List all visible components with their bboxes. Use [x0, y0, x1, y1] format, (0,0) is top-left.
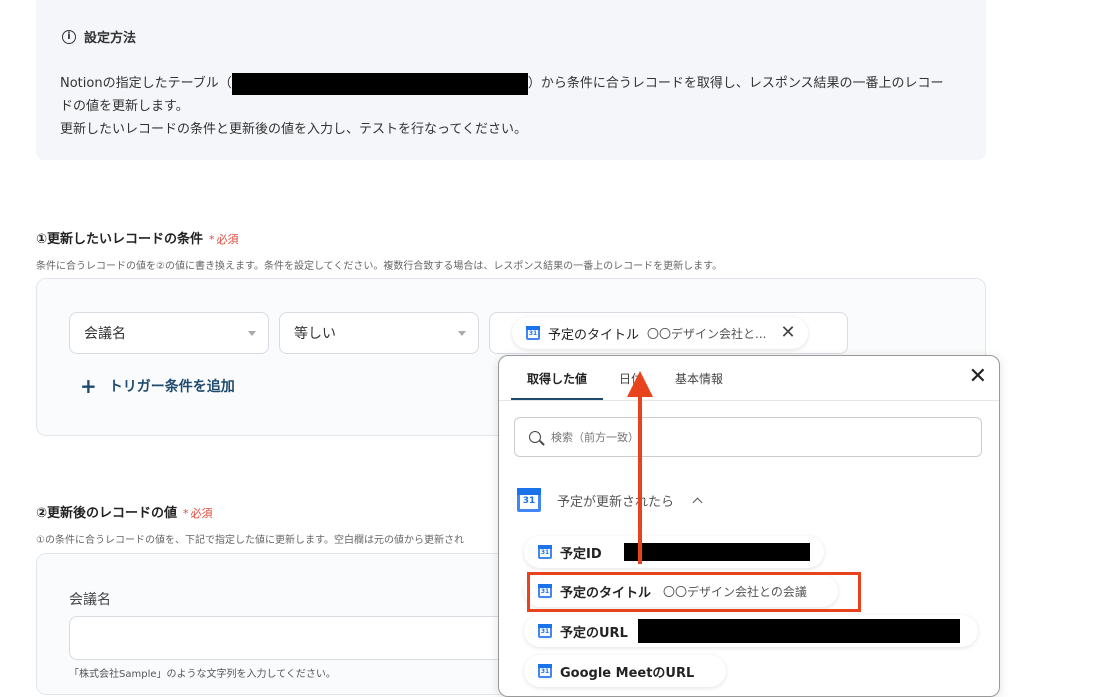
- instructions-line-1: Notionの指定したテーブル（ ）から条件に合うレコードを取得し、レスポンス結果…: [60, 72, 944, 95]
- meeting-name-input[interactable]: [69, 616, 509, 660]
- instructions-line-3: 更新したいレコードの条件と更新後の値を入力し、テストを行なってください。: [60, 122, 527, 137]
- close-icon[interactable]: ✕: [969, 366, 987, 388]
- info-icon: i: [62, 29, 76, 44]
- section1-title: ①更新したいレコードの条件 * 必須: [36, 232, 239, 247]
- search-icon: [529, 431, 541, 443]
- section2-title: ②更新後のレコードの値 * 必須: [36, 506, 213, 521]
- plus-icon: +: [80, 374, 97, 398]
- value-chip[interactable]: 予定のタイトル 〇〇デザイン会社と... ✕: [512, 317, 808, 349]
- redacted-block: [231, 72, 528, 95]
- field-select[interactable]: 会議名: [69, 312, 269, 354]
- group-header[interactable]: 予定が更新されたら: [517, 488, 703, 512]
- meeting-name-hint: 「株式会社Sample」のような文字列を入力してください。: [69, 669, 336, 680]
- popup-tabs: 取得した値 日付 基本情報: [511, 356, 739, 401]
- chevron-down-icon: [248, 331, 256, 336]
- search-box[interactable]: [514, 417, 982, 457]
- google-calendar-icon: [517, 488, 541, 512]
- section2-description: ①の条件に合うレコードの値を、下記で指定した値に更新します。空白欄は元の値から更…: [36, 535, 464, 546]
- google-calendar-icon: [538, 624, 552, 638]
- google-calendar-icon: [538, 664, 552, 678]
- list-item-meet-url[interactable]: Google MeetのURL: [524, 655, 726, 687]
- add-trigger-button[interactable]: + トリガー条件を追加: [80, 376, 235, 396]
- annotation-arrow-shaft: [638, 392, 642, 564]
- operator-select[interactable]: 等しい: [279, 312, 479, 354]
- required-badge: * 必須: [183, 507, 213, 520]
- redacted-block: [637, 619, 960, 643]
- instructions-line-2: ドの値を更新します。: [60, 99, 189, 114]
- instructions-heading: i 設定方法: [62, 27, 136, 46]
- search-input[interactable]: [549, 429, 933, 445]
- list-item-event-id[interactable]: 予定ID: [524, 536, 824, 568]
- tab-retrieved-values[interactable]: 取得した値: [511, 356, 604, 401]
- tab-basic-info[interactable]: 基本情報: [659, 356, 739, 398]
- section1-description: 条件に合うレコードの値を②の値に書き換えます。条件を設定してください。複数行合致…: [36, 261, 723, 272]
- instructions-box: i 設定方法 Notionの指定したテーブル（ ）から条件に合うレコードを取得し、…: [36, 0, 986, 160]
- google-calendar-icon: [526, 326, 540, 340]
- annotation-arrow-head: [627, 371, 653, 397]
- meeting-name-label: 会議名: [69, 592, 111, 608]
- instructions-title: 設定方法: [84, 31, 137, 46]
- list-item-event-url[interactable]: 予定のURL: [524, 615, 978, 647]
- chevron-up-icon: [692, 497, 703, 507]
- close-icon[interactable]: ✕: [780, 324, 795, 342]
- chevron-down-icon: [458, 331, 466, 336]
- required-badge: * 必須: [209, 233, 239, 246]
- divider: [499, 400, 999, 401]
- google-calendar-icon: [538, 545, 552, 559]
- redacted-block: [623, 543, 810, 561]
- annotation-highlight-box: [527, 572, 861, 612]
